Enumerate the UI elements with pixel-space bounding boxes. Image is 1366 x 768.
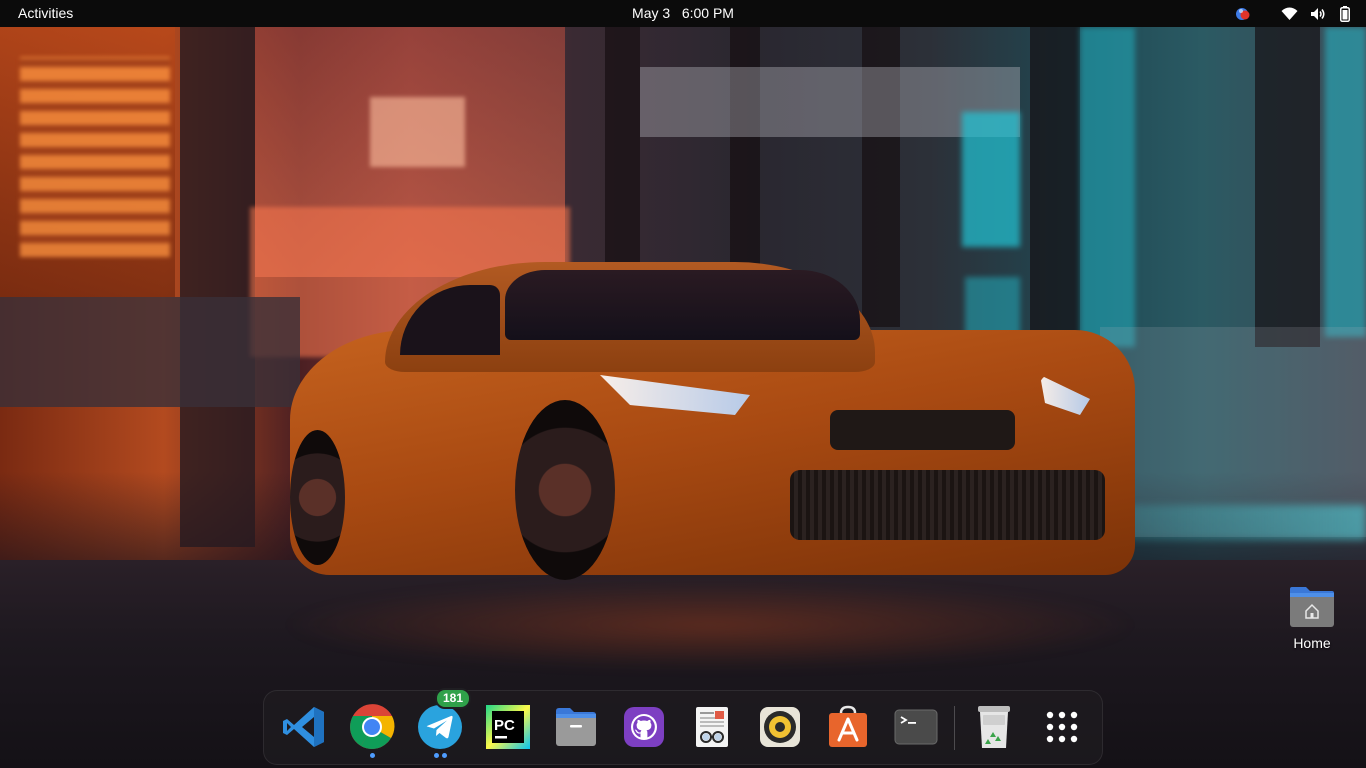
- svg-text:PC: PC: [494, 717, 515, 734]
- app-grid-icon: [1046, 711, 1078, 743]
- chrome-icon: [350, 704, 395, 749]
- clock-date[interactable]: May 3: [632, 5, 670, 21]
- document-viewer-icon: [696, 707, 728, 747]
- dock-separator: [954, 706, 955, 750]
- wifi-icon[interactable]: [1281, 4, 1298, 23]
- volume-icon[interactable]: [1310, 4, 1326, 23]
- home-folder-icon: [1288, 585, 1336, 627]
- desktop[interactable]: Activities May 3 6:00 PM Home 181 PC: [0, 0, 1366, 768]
- dock-app-ubuntu-software[interactable]: [824, 703, 872, 751]
- dock-app-document-viewer[interactable]: [688, 703, 736, 751]
- dock-app-pycharm[interactable]: PC: [484, 703, 532, 751]
- home-label: Home: [1293, 635, 1331, 651]
- activities-button[interactable]: Activities: [18, 5, 73, 21]
- clock: May 3 6:00 PM: [0, 5, 1366, 21]
- dock-app-telegram[interactable]: [416, 703, 464, 751]
- battery-icon[interactable]: [1340, 4, 1350, 23]
- dock-app-terminal[interactable]: [892, 703, 940, 751]
- terminal-icon: [894, 709, 938, 745]
- desktop-icon-home[interactable]: Home: [1280, 585, 1344, 651]
- system-tray[interactable]: [1235, 4, 1350, 23]
- dock-app-rhythmbox[interactable]: [756, 703, 804, 751]
- rhythmbox-icon: [760, 707, 800, 747]
- telegram-unread-badge: 181: [435, 688, 472, 709]
- github-icon: [624, 707, 664, 747]
- app-store-icon: [829, 705, 867, 747]
- dock-trash[interactable]: [970, 703, 1018, 751]
- dock: 181 PC: [263, 688, 1103, 765]
- files-icon: [556, 708, 596, 746]
- vscode-icon: [283, 707, 324, 747]
- running-indicator: [442, 753, 447, 758]
- dock-app-chrome[interactable]: [348, 703, 396, 751]
- show-applications-button[interactable]: [1038, 703, 1086, 751]
- top-bar: Activities May 3 6:00 PM: [0, 0, 1366, 27]
- running-indicator: [434, 753, 439, 758]
- dock-app-files[interactable]: [552, 703, 600, 751]
- dock-app-github[interactable]: [620, 703, 668, 751]
- running-indicator: [370, 753, 375, 758]
- trash-icon: [978, 706, 1010, 748]
- dock-app-vscode[interactable]: [280, 703, 328, 751]
- notification-icon[interactable]: [1235, 4, 1251, 23]
- pycharm-icon: PC: [486, 705, 530, 749]
- telegram-icon: [418, 705, 462, 749]
- clock-time[interactable]: 6:00 PM: [682, 5, 734, 21]
